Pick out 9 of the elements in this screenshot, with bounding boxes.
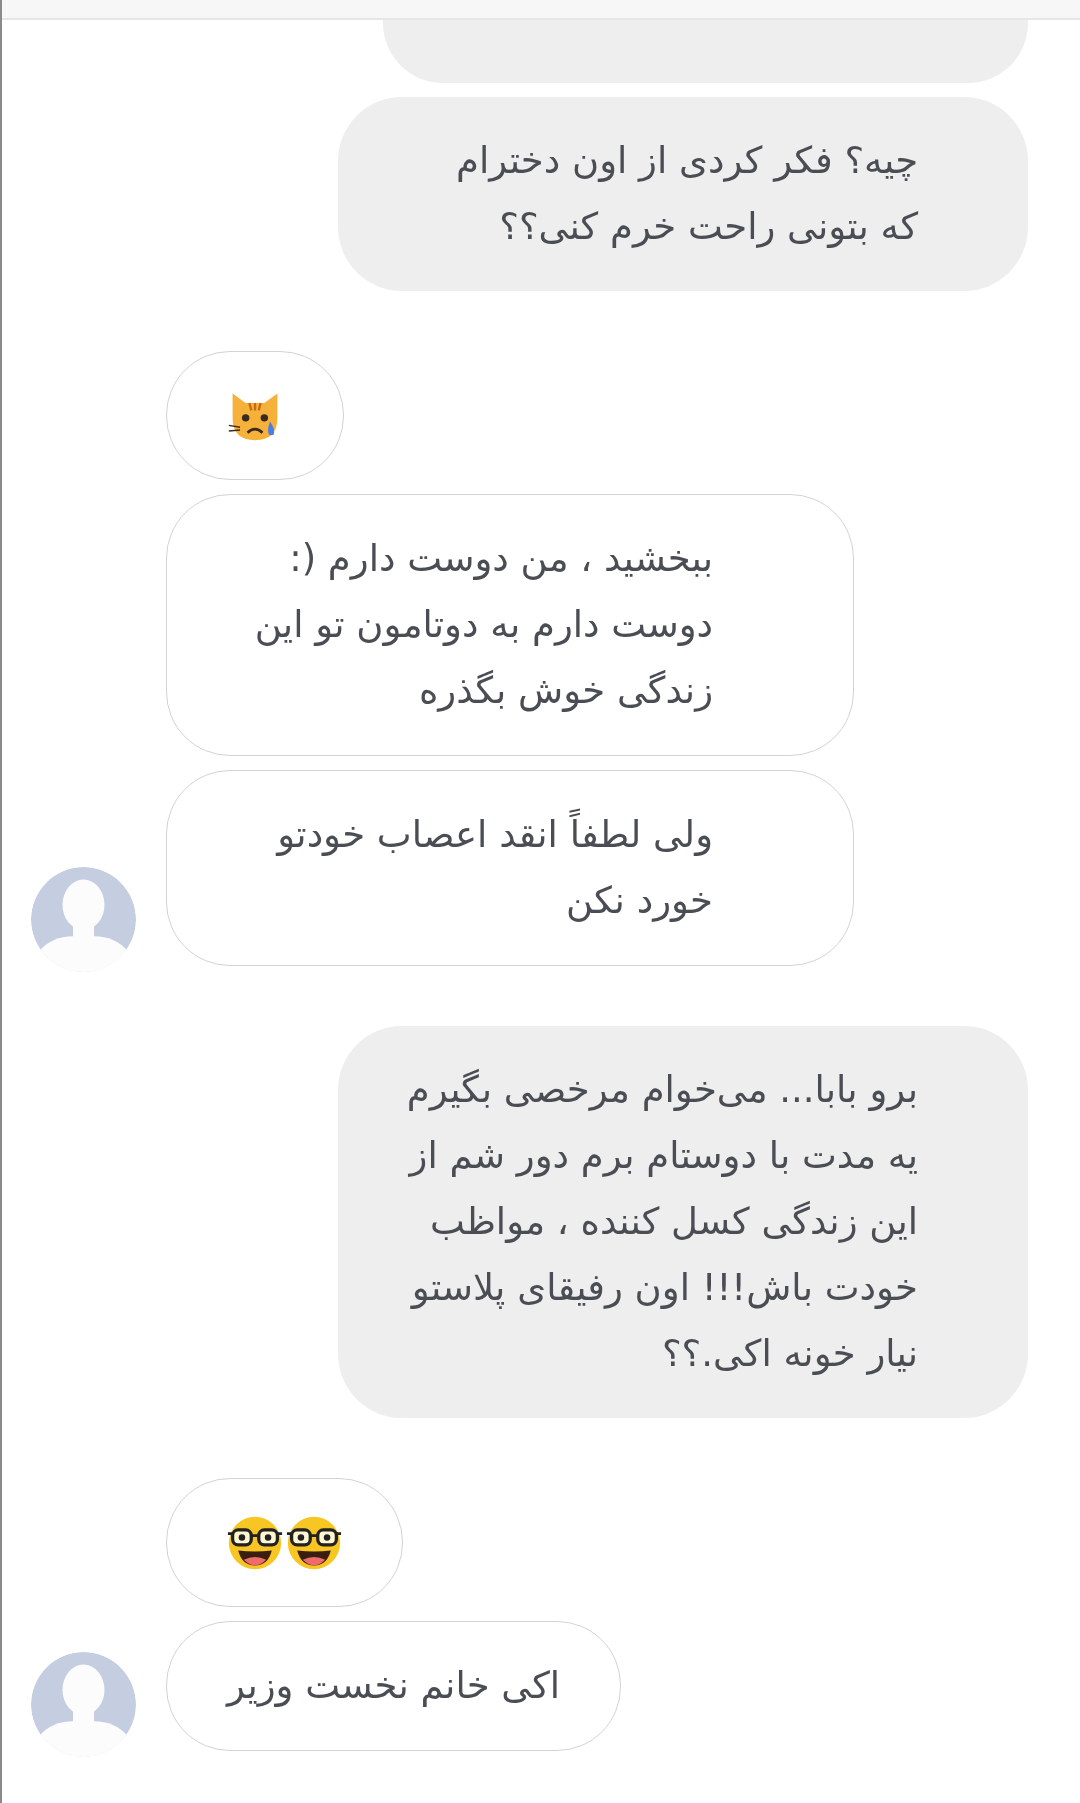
avatar-icon — [31, 867, 136, 972]
message-bubble: ببخشید ، من دوست دارم (: دوست دارم به دوتامون تو این زندگی خوش بگذره — [166, 494, 854, 756]
nerd-face-icon — [227, 1514, 283, 1571]
message-bubble: اکی خانم نخست وزیر — [166, 1621, 622, 1751]
nerd-face-icon — [286, 1514, 342, 1571]
message-bubble: برو بابا... می‌خوام مرخصی بگیرم یه مدت با دوستام برم دور شم از این زندگی کسل کننده ، مواظب خودت باش!!! اون رفیقای پلاستو نیار خونه اکی.؟؟ — [338, 1026, 1028, 1418]
message-bubble: ولی لطفاً انقد اعصاب خودتو خورد نکن — [166, 770, 854, 966]
message-bubble: چیه؟ فکر کردی از اون دخترام که بتونی راحت خرم کنی؟؟ — [338, 97, 1028, 291]
avatar-icon — [31, 1652, 136, 1757]
